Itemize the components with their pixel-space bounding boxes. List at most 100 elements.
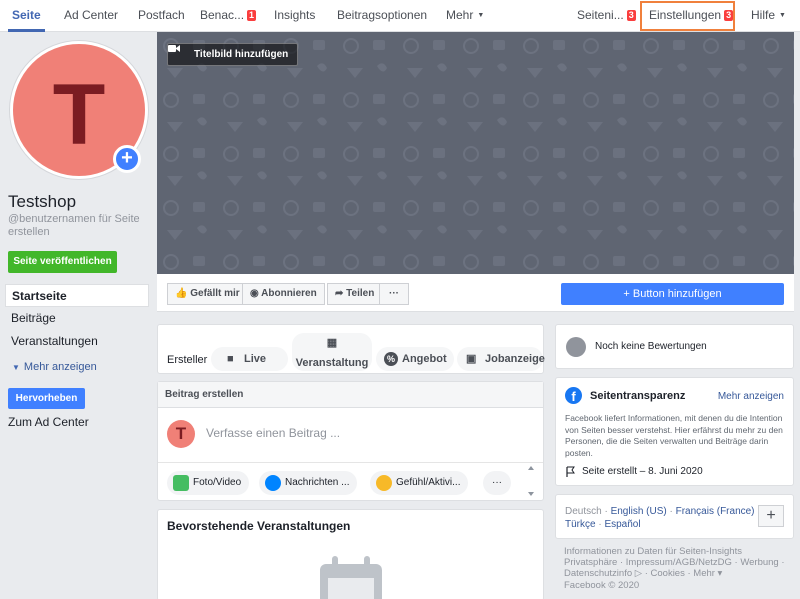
photo-icon <box>173 475 189 491</box>
language-link[interactable]: Türkçe <box>565 519 596 530</box>
post-composer: Beitrag erstellen T Verfasse einen Beitr… <box>157 381 544 501</box>
language-current: Deutsch <box>565 506 602 517</box>
composer-header: Beitrag erstellen <box>158 382 543 408</box>
languages-card: Deutsch · English (US) · Français (Franc… <box>555 494 794 539</box>
follow-label: Abonnieren <box>261 288 317 299</box>
caret-down-icon: ▼ <box>779 12 786 19</box>
share-arrow-icon: ➦ <box>335 288 344 299</box>
calendar-icon: ▦ <box>326 337 338 349</box>
messages-label: Nachrichten ... <box>285 477 350 488</box>
caret-down-icon: ▼ <box>12 363 20 372</box>
no-reviews-text: Noch keine Bewertungen <box>595 341 707 352</box>
tab-beitragsoptionen-label: Beitragsoptionen <box>337 8 428 22</box>
more-options-button[interactable]: ··· <box>379 283 409 305</box>
ad-center-link[interactable]: Zum Ad Center <box>8 415 89 429</box>
reviews-card: Noch keine Bewertungen <box>555 324 794 369</box>
live-button[interactable]: ■ Live <box>211 347 288 371</box>
upcoming-events: Bevorstehende Veranstaltungen <box>157 509 544 599</box>
job-label: Jobanzeige <box>485 353 545 365</box>
facebook-icon: f <box>565 387 582 404</box>
feeling-label: Gefühl/Aktivi... <box>396 477 461 488</box>
job-button[interactable]: ▣ Jobanzeige <box>457 347 545 371</box>
page-created-date: Seite erstellt – 8. Juni 2020 <box>582 466 703 477</box>
left-nav: Startseite Beiträge Veranstaltungen <box>5 284 149 353</box>
scrollbar[interactable] <box>526 464 536 498</box>
events-title: Bevorstehende Veranstaltungen <box>167 519 351 533</box>
like-label: Gefällt mir <box>190 288 240 299</box>
post-input[interactable]: Verfasse einen Beitrag ... <box>206 426 340 440</box>
page-transparency-card: f Seitentransparenz Mehr anzeigen Facebo… <box>555 377 794 486</box>
tab-benachrichtigungen-label: Benac... <box>200 8 245 22</box>
promote-button[interactable]: Hervorheben <box>8 388 85 409</box>
language-link[interactable]: Français (France) <box>676 506 755 517</box>
language-link[interactable]: English (US) <box>611 506 667 517</box>
tab-seite[interactable]: Seite <box>8 0 45 32</box>
tab-insights[interactable]: Insights <box>274 0 315 32</box>
tab-insights-label: Insights <box>274 8 316 22</box>
video-camera-icon <box>168 45 180 52</box>
follow-button[interactable]: ◉ Abonnieren <box>242 283 325 305</box>
cover-photo: Titelbild hinzufügen <box>157 32 794 274</box>
share-button[interactable]: ➦ Teilen <box>327 283 383 305</box>
footer-copyright: Facebook © 2020 <box>564 579 640 591</box>
username-link[interactable]: @benutzernamen für Seite erstellen <box>8 213 153 239</box>
cover-pattern <box>157 32 794 274</box>
review-bubble-icon <box>566 337 586 357</box>
sidebar-item-veranstaltungen[interactable]: Veranstaltungen <box>5 330 149 353</box>
transparency-more-link[interactable]: Mehr anzeigen <box>718 391 784 402</box>
photo-video-button[interactable]: Foto/Video <box>167 471 250 495</box>
show-more-label: Mehr anzeigen <box>23 361 97 373</box>
footer-insights-link[interactable]: Informationen zu Daten für Seiten-Insigh… <box>564 546 794 557</box>
tab-beitragsoptionen[interactable]: Beitragsoptionen <box>337 0 427 32</box>
footer: Informationen zu Daten für Seiten-Insigh… <box>564 546 794 591</box>
transparency-title: Seitentransparenz <box>590 390 686 402</box>
tab-seite-label: Seite <box>12 8 41 22</box>
composer-avatar: T <box>167 420 195 448</box>
tab-mehr[interactable]: Mehr ▼ <box>446 0 484 32</box>
tab-seiteninfo[interactable]: Seiteni... 3 <box>577 0 636 32</box>
tab-seiteninfo-label: Seiteni... <box>577 8 624 22</box>
page-title: Testshop <box>8 192 77 211</box>
sidebar-item-beitraege[interactable]: Beiträge <box>5 307 149 330</box>
messenger-icon <box>265 475 281 491</box>
show-more-link[interactable]: ▼ Mehr anzeigen <box>12 361 97 373</box>
tab-ad-center[interactable]: Ad Center <box>64 0 118 32</box>
emoji-icon <box>376 475 392 491</box>
tab-postfach[interactable]: Postfach <box>138 0 185 32</box>
event-label: Veranstaltung <box>295 357 369 369</box>
notification-badge: 1 <box>247 10 257 21</box>
offer-button[interactable]: % Angebot <box>376 347 454 371</box>
highlight-box <box>640 1 735 31</box>
publish-page-button[interactable]: Seite veröffentlichen <box>8 251 117 273</box>
live-label: Live <box>244 353 267 365</box>
more-chip-button[interactable]: ··· <box>483 471 511 495</box>
sidebar-item-startseite[interactable]: Startseite <box>5 284 149 307</box>
top-navigation: Seite Ad Center Postfach Benac... 1 Insig… <box>0 0 800 32</box>
event-button[interactable]: ▦ Veranstaltung <box>292 333 372 371</box>
messages-button[interactable]: Nachrichten ... <box>259 471 358 495</box>
tab-hilfe-label: Hilfe <box>751 8 776 22</box>
tab-hilfe[interactable]: Hilfe ▼ <box>751 0 786 32</box>
calendar-icon <box>320 556 382 599</box>
share-label: Teilen <box>346 288 375 299</box>
offer-label: Angebot <box>402 353 447 365</box>
tab-postfach-label: Postfach <box>138 8 185 22</box>
tab-benachrichtigungen[interactable]: Benac... 1 <box>200 0 257 32</box>
language-link[interactable]: Español <box>604 519 640 530</box>
add-button-button[interactable]: + Button hinzufügen <box>561 283 784 305</box>
thumbs-up-icon: 👍 <box>175 288 188 299</box>
seiteninfo-badge: 3 <box>626 10 636 21</box>
add-cover-label: Titelbild hinzufügen <box>194 49 289 60</box>
footer-links[interactable]: Privatsphäre · Impressum/AGB/NetzDG · We… <box>564 557 794 568</box>
footer-links[interactable]: Datenschutzinfo ▷ · Cookies · Mehr ▾ <box>564 568 794 579</box>
like-button[interactable]: 👍 Gefällt mir <box>167 283 248 305</box>
add-language-button[interactable]: + <box>758 505 784 527</box>
add-cover-button[interactable]: Titelbild hinzufügen <box>167 43 299 66</box>
rss-icon: ◉ <box>250 288 259 299</box>
add-photo-icon[interactable]: + <box>113 145 141 173</box>
language-list: Deutsch · English (US) · Français (Franc… <box>565 506 755 530</box>
creator-panel: Ersteller ■ Live ▦ Veranstaltung % Angebot … <box>157 324 545 374</box>
feeling-button[interactable]: Gefühl/Aktivi... <box>370 471 469 495</box>
action-bar: 👍 Gefällt mir ◉ Abonnieren ➦ Teilen ··· … <box>157 274 794 312</box>
flag-icon <box>566 466 575 477</box>
